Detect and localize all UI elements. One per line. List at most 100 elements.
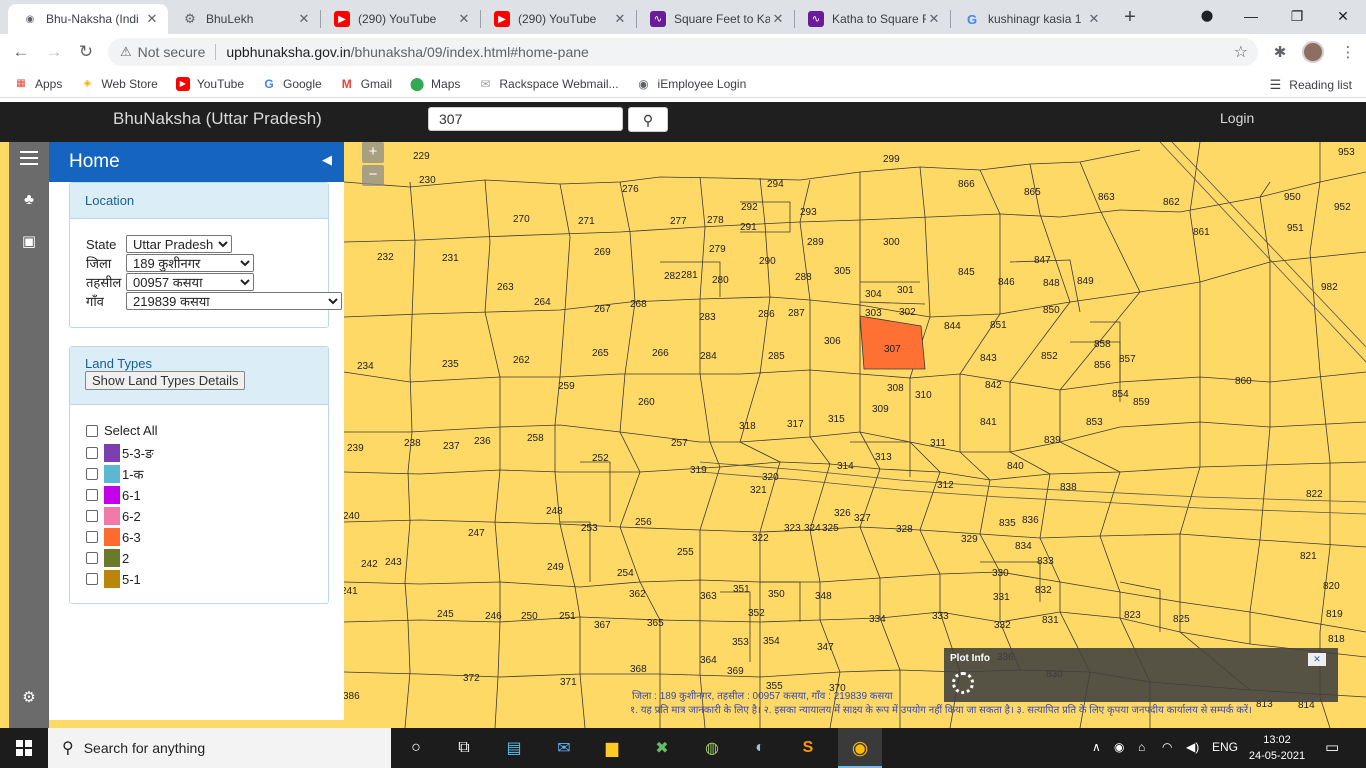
plot-label[interactable]: 238 [404,438,421,449]
plot-label[interactable]: 255 [677,547,694,558]
plot-label[interactable]: 857 [1119,354,1136,365]
plot-label[interactable]: 306 [824,336,841,347]
plot-label[interactable]: 252 [592,453,609,464]
cortana-icon[interactable]: ○ [404,736,428,760]
plot-label[interactable]: 288 [795,272,812,283]
plot-label[interactable]: 271 [578,216,595,227]
plot-label[interactable]: 353 [732,637,749,648]
land-type-row[interactable]: 5-3-ङ [86,444,153,462]
search-button[interactable]: ⚲ [628,107,668,132]
plot-label[interactable]: 247 [468,528,485,539]
plot-label[interactable]: 351 [733,584,750,595]
plot-label[interactable]: 283 [699,312,716,323]
plot-label[interactable]: 386 [343,691,360,702]
land-type-checkbox[interactable] [86,552,98,564]
village-select[interactable]: 219839 कसया [126,292,342,310]
plot-label[interactable]: 281 [681,270,698,281]
notifications-icon[interactable]: ▭ [1325,738,1339,756]
plot-label[interactable]: 859 [1133,397,1150,408]
globe-app-icon[interactable]: ◍ [700,736,724,760]
plot-label[interactable]: 839 [1044,435,1061,446]
hamburger-menu-icon[interactable] [20,151,38,165]
tab-square-feet[interactable]: ∿ Square Feet to Ka ✕ [636,4,794,34]
plot-label[interactable]: 246 [485,611,502,622]
land-type-row[interactable]: 6-1 [86,486,141,504]
plot-label[interactable]: 302 [899,307,916,318]
plot-label[interactable]: 331 [993,592,1010,603]
plot-label[interactable]: 270 [513,214,530,225]
plot-label[interactable]: 249 [547,562,564,573]
plot-label[interactable]: 305 [834,266,851,277]
plot-label[interactable]: 313 [875,452,892,463]
land-type-checkbox[interactable] [86,489,98,501]
plot-label[interactable]: 250 [521,611,538,622]
tab-google-search[interactable]: G kushinagr kasia 1 ✕ [950,4,1110,34]
plot-label[interactable]: 280 [712,275,729,286]
bookmark-youtube[interactable]: ▶ YouTube [175,76,244,91]
plot-label[interactable]: 354 [763,636,780,647]
plot-label[interactable]: 328 [896,524,913,535]
plot-label[interactable]: 237 [443,441,460,452]
plot-label[interactable]: 264 [534,297,551,308]
plot-label[interactable]: 847 [1034,255,1051,266]
plot-label[interactable]: 259 [558,381,575,392]
plot-label[interactable]: 854 [1112,389,1129,400]
plot-label[interactable]: 362 [629,589,646,600]
plot-label[interactable]: 368 [630,664,647,675]
plot-label[interactable]: 311 [930,438,946,449]
plot-label[interactable]: 982 [1321,282,1338,293]
plot-label[interactable]: 350 [768,589,785,600]
reading-list-button[interactable]: ☰ Reading list [1270,77,1352,93]
close-tab-icon[interactable]: ✕ [926,11,942,27]
plot-label[interactable]: 819 [1326,609,1343,620]
plot-label[interactable]: 257 [671,438,688,449]
plot-label[interactable]: 332 [994,620,1011,631]
plot-label[interactable]: 243 [385,557,402,568]
plot-label[interactable]: 821 [1300,551,1317,562]
profile-avatar[interactable] [1302,41,1324,63]
plot-label[interactable]: 284 [700,351,717,362]
land-type-checkbox[interactable] [86,510,98,522]
plot-label[interactable]: 831 [1042,615,1059,626]
address-bar[interactable]: ⚠ Not secure upbhunaksha.gov.in/bhunaksh… [108,38,1258,66]
plot-label[interactable]: 833 [1037,556,1054,567]
plot-label[interactable]: 303 [865,308,882,319]
plot-label[interactable]: 347 [817,642,834,653]
plot-label[interactable]: 330 [992,568,1009,579]
plot-label[interactable]: 323 [784,523,801,534]
plot-label[interactable]: 369 [727,666,744,677]
tab-youtube-2[interactable]: ▶ (290) YouTube ✕ [480,4,636,34]
plot-label[interactable]: 363 [700,591,717,602]
land-type-row[interactable]: 1-क [86,465,144,483]
plot-label[interactable]: 292 [741,202,758,213]
settings-icon[interactable]: ⚙ [19,688,39,708]
plot-label[interactable]: 293 [800,207,817,218]
plot-label[interactable]: 835 [999,518,1016,529]
plot-label[interactable]: 263 [497,282,514,293]
plot-label[interactable]: 310 [915,390,932,401]
plot-label[interactable]: 285 [768,351,785,362]
system-clock[interactable]: 13:02 24-05-2021 [1248,732,1306,764]
state-select[interactable]: Uttar Pradesh [126,235,232,253]
plot-label[interactable]: 258 [527,433,544,444]
bookmark-apps[interactable]: ▦ Apps [14,77,62,91]
plot-label[interactable]: 326 [834,508,851,519]
land-type-checkbox[interactable] [86,573,98,585]
plot-label[interactable]: 240 [343,511,360,522]
plot-label[interactable]: 367 [594,620,611,631]
plot-label[interactable]: 312 [937,480,954,491]
plot-label[interactable]: 231 [442,253,459,264]
plot-label[interactable]: 266 [652,348,669,359]
plot-label[interactable]: 279 [709,244,726,255]
plot-label[interactable]: 849 [1077,276,1094,287]
select-all-checkbox[interactable] [86,424,98,437]
plot-label[interactable]: 333 [932,611,949,622]
plot-info-close-icon[interactable]: ✕ [1308,653,1326,666]
plot-label[interactable]: 851 [990,320,1007,331]
plot-label[interactable]: 276 [622,184,639,195]
plot-label[interactable]: 841 [980,417,997,428]
plot-label[interactable]: 300 [883,237,900,248]
plot-label[interactable]: 840 [1007,461,1024,472]
plot-label[interactable]: 239 [347,443,364,454]
close-tab-icon[interactable]: ✕ [144,11,160,27]
